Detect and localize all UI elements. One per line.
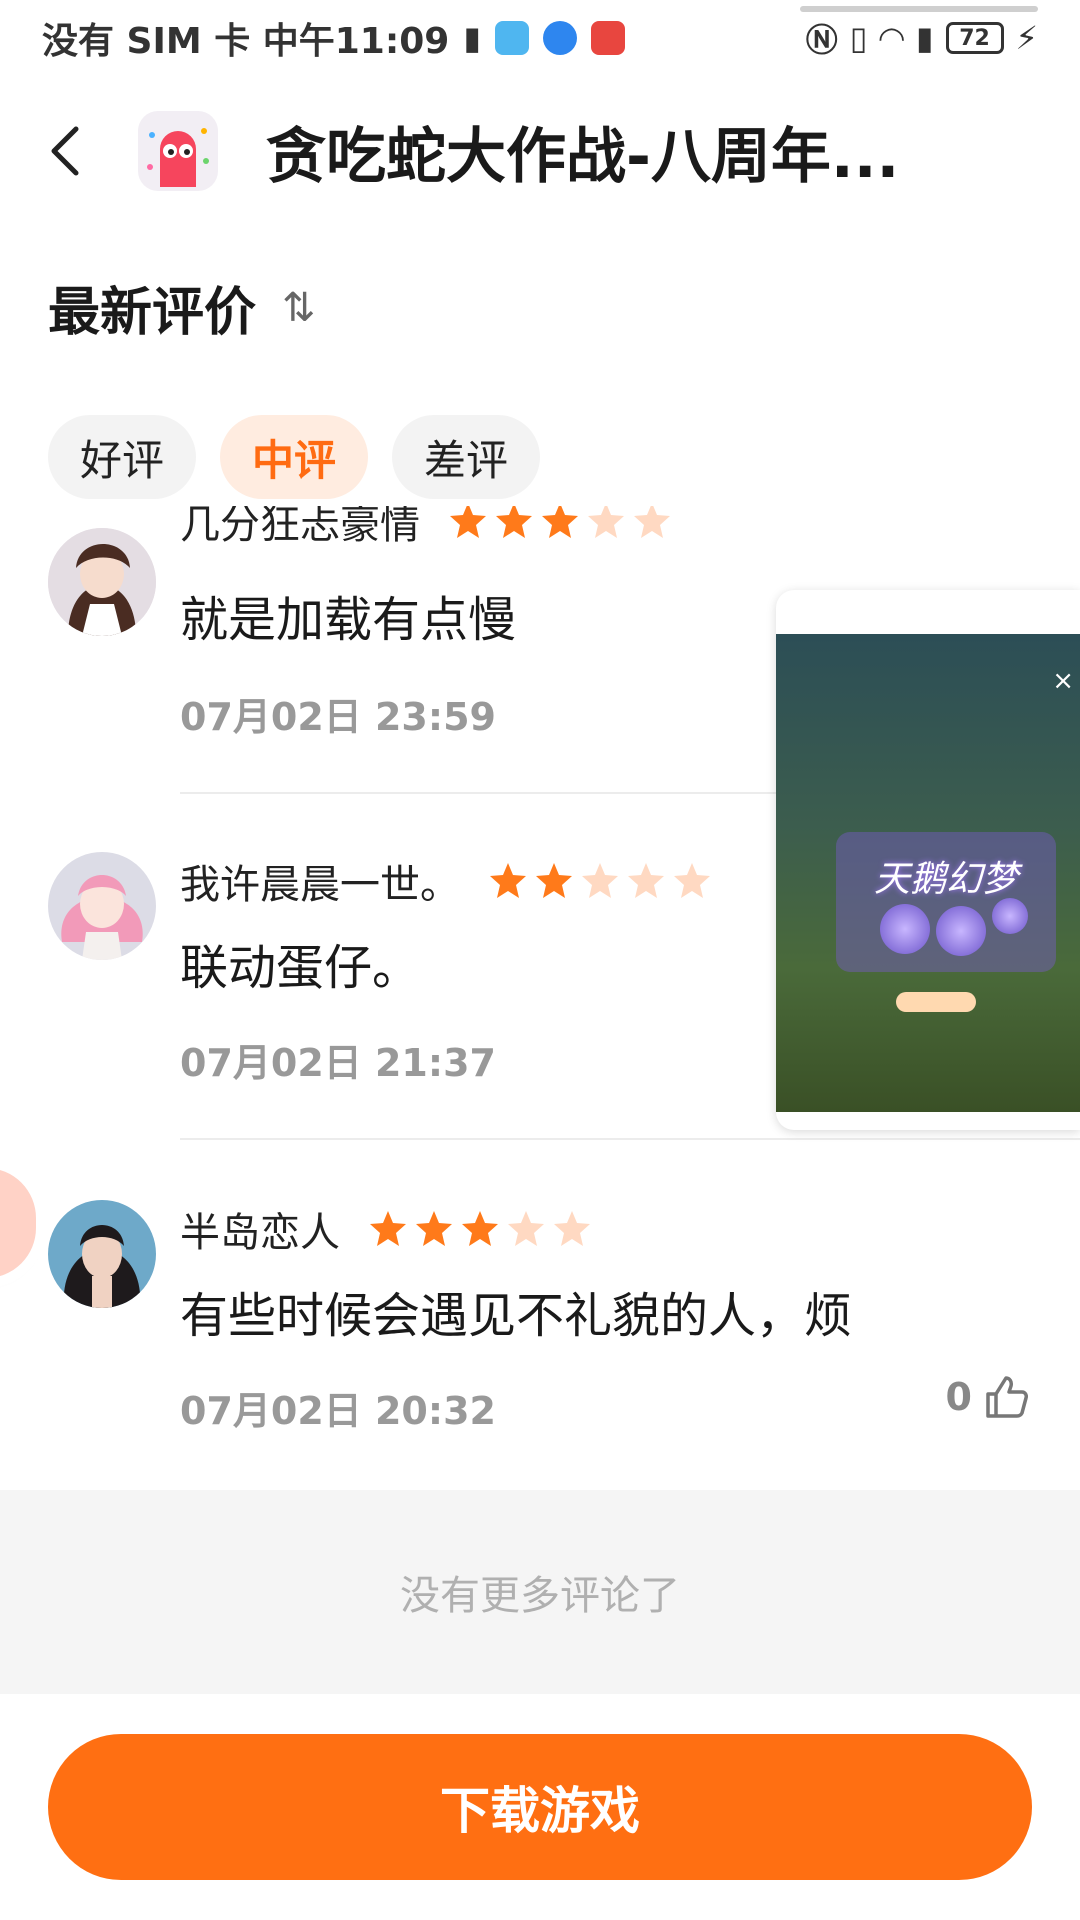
like-count: 0 [945, 1375, 972, 1419]
star-rating [448, 506, 672, 541]
review-time: 07月02日 23:59 [180, 695, 496, 739]
section-title: 最新评价 [48, 283, 257, 343]
thumbs-up-icon [986, 1376, 1028, 1418]
status-left: 没有 SIM 卡 中午11:09 ▮ [42, 12, 625, 64]
star-filled-icon [536, 863, 572, 898]
star-empty-icon [628, 863, 664, 898]
alert-icon: ▮ [915, 19, 934, 57]
header: 贪吃蛇大作战-八周年... [0, 96, 1080, 206]
star-filled-icon [450, 506, 486, 538]
browser-notification-icon [542, 21, 577, 55]
review-text: 就是加载有点慢 [180, 592, 517, 648]
status-text: 没有 SIM 卡 中午11:09 [42, 21, 450, 62]
review-text: 有些时候会遇见不礼貌的人，烦 [180, 1288, 853, 1344]
app-notification-icon [494, 21, 529, 55]
star-filled-icon [370, 1211, 406, 1246]
star-filled-icon [542, 506, 578, 538]
star-empty-icon [582, 863, 618, 898]
sort-icon[interactable]: ⇅ [282, 285, 316, 331]
star-empty-icon [674, 863, 710, 898]
wifi-icon: ◠ [879, 19, 904, 57]
battery-level: 72 [959, 25, 990, 51]
filter-neutral[interactable]: 中评 [220, 415, 369, 499]
download-game-button[interactable]: 下载游戏 [48, 1734, 1032, 1880]
status-handle [800, 6, 1038, 12]
star-filled-icon [490, 863, 526, 898]
star-filled-icon [416, 1211, 452, 1246]
status-bar: 没有 SIM 卡 中午11:09 ▮ Ⓝ ▯ ◠ ▮ 72 ⚡ [0, 0, 1080, 76]
avatar [48, 1200, 156, 1308]
star-empty-icon [554, 1211, 590, 1246]
review-text: 联动蛋仔。 [180, 940, 421, 996]
page-title: 贪吃蛇大作战-八周年... [266, 121, 900, 192]
star-rating [368, 1209, 592, 1249]
floating-video-window[interactable]: 天鹅幻梦 × [776, 590, 1080, 1130]
vibrate-icon: ▯ [849, 19, 868, 57]
video-screen: 天鹅幻梦 [776, 634, 1080, 1112]
back-icon[interactable] [48, 121, 88, 181]
reviewer-name: 半岛恋人 [180, 1210, 340, 1256]
charging-icon: ⚡ [1015, 19, 1038, 57]
review-time: 07月02日 20:32 [180, 1389, 496, 1433]
star-empty-icon [634, 506, 670, 538]
no-more-comments: 没有更多评论了 [0, 1490, 1080, 1694]
game-icon [138, 111, 218, 191]
filter-bad[interactable]: 差评 [392, 415, 541, 499]
star-empty-icon [508, 1211, 544, 1246]
review-time: 07月02日 21:37 [180, 1041, 496, 1085]
star-filled-icon [496, 506, 532, 538]
reviewer-name: 几分狂忐豪情 [180, 506, 420, 548]
filter-good[interactable]: 好评 [48, 415, 197, 499]
battery-alert-icon: ▮ [463, 19, 481, 57]
close-icon[interactable]: × [1052, 666, 1074, 696]
review-header: 我许晨晨一世。 [180, 852, 712, 910]
page: 没有 SIM 卡 中午11:09 ▮ Ⓝ ▯ ◠ ▮ 72 ⚡ 贪吃蛇大作战-八… [0, 0, 1080, 1920]
section-header: 最新评价 ⇅ [48, 270, 316, 345]
star-filled-icon [462, 1211, 498, 1246]
like-button[interactable]: 0 [946, 1374, 1028, 1420]
star-rating [488, 861, 712, 901]
video-orb [936, 906, 986, 956]
review-header: 半岛恋人 [180, 1200, 592, 1258]
avatar [48, 528, 156, 636]
review-header: 几分狂忐豪情 [180, 506, 672, 550]
star-empty-icon [588, 506, 624, 538]
avatar [48, 852, 156, 960]
video-enter-button [896, 992, 976, 1012]
video-orb [992, 898, 1028, 934]
huawei-store-icon [590, 21, 625, 55]
reviewer-name: 我许晨晨一世。 [180, 862, 460, 908]
battery-icon: 72 [945, 22, 1004, 54]
divider [180, 1138, 1080, 1140]
filter-chips: 好评 中评 差评 [48, 415, 541, 499]
video-title: 天鹅幻梦 [874, 859, 1019, 900]
status-right: Ⓝ ▯ ◠ ▮ 72 ⚡ [806, 15, 1038, 61]
nfc-icon: Ⓝ [805, 21, 838, 59]
video-orb [880, 904, 930, 954]
